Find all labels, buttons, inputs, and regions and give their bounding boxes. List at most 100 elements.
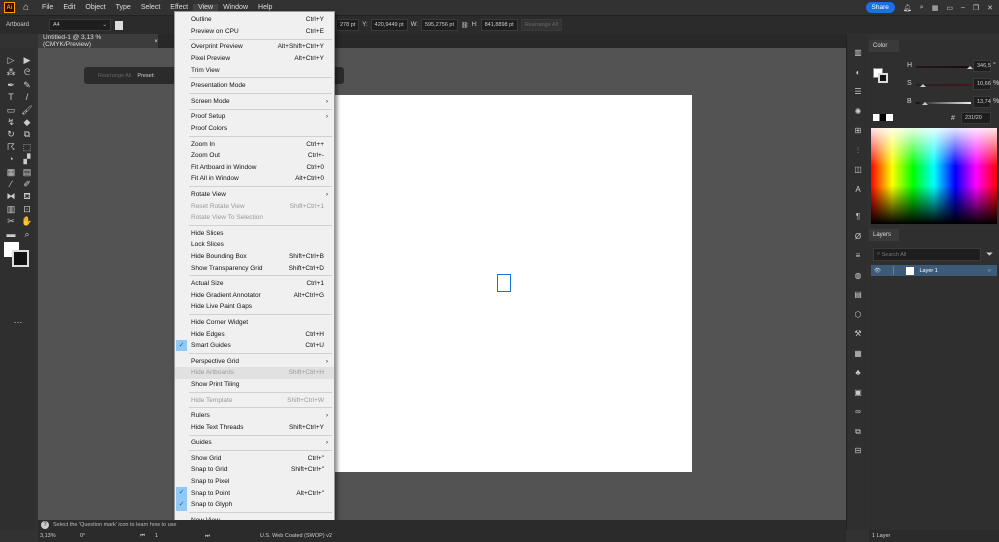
h-slider-thumb[interactable]: [966, 63, 973, 69]
next-artboard-icon[interactable]: ⏭: [205, 533, 210, 540]
menu-item-hide-slices[interactable]: Hide Slices: [175, 228, 334, 240]
filter-icon[interactable]: ⏷: [986, 249, 993, 260]
scale-tool-icon[interactable]: ⧉: [20, 128, 34, 140]
line-tool-icon[interactable]: /: [20, 91, 34, 103]
document-tab[interactable]: Untitled-1 @ 3,13 % (CMYK/Preview) ×: [38, 34, 158, 48]
menu-item-rulers[interactable]: Rulers ›: [175, 410, 334, 422]
layer-row[interactable]: 👁︎ Layer 1 ○: [871, 265, 997, 276]
menu-item-show-grid[interactable]: Show Grid Ctrl+": [175, 453, 334, 465]
preset-select[interactable]: A4 ⌄: [49, 19, 112, 31]
menu-item-snap-to-pixel[interactable]: Snap to Pixel: [175, 476, 334, 488]
stroke-icon[interactable]: ≡: [852, 250, 864, 262]
zoom-tool-icon[interactable]: ⌕: [20, 228, 34, 240]
more-tools-icon[interactable]: …: [11, 314, 25, 326]
menu-item-presentation-mode[interactable]: Presentation Mode: [175, 80, 334, 92]
hex-field[interactable]: 231f20: [961, 112, 991, 124]
menu-item-overprint-preview[interactable]: Overprint Preview Alt+Shift+Ctrl+Y: [175, 41, 334, 53]
curvature-tool-icon[interactable]: ✎: [20, 79, 34, 91]
opentype-icon[interactable]: Ø: [852, 231, 864, 243]
home-icon[interactable]: ⌂: [23, 2, 29, 13]
artboard-tool-icon[interactable]: ⊡: [20, 203, 34, 215]
hand-tool-icon[interactable]: ✋: [20, 215, 34, 227]
layers-search-input[interactable]: ⌕ Search All: [873, 248, 981, 261]
close-tab-icon[interactable]: ×: [154, 38, 158, 45]
menu-item-show-transparency-grid[interactable]: Show Transparency Grid Shift+Ctrl+D: [175, 262, 334, 274]
artboards-icon[interactable]: ⊟: [852, 445, 864, 457]
menu-type[interactable]: Type: [111, 4, 136, 11]
menu-item-proof-colors[interactable]: Proof Colors: [175, 123, 334, 135]
close-icon[interactable]: ✕: [987, 4, 993, 12]
3d-materials-icon[interactable]: ⬡: [852, 309, 864, 321]
swatches-icon[interactable]: ▦: [852, 348, 864, 360]
shaper-tool-icon[interactable]: ↯: [4, 116, 18, 128]
paragraph-icon[interactable]: ¶: [852, 211, 864, 223]
x-field[interactable]: 278 pt: [336, 19, 360, 31]
menu-item-guides[interactable]: Guides ›: [175, 437, 334, 449]
transparency-icon[interactable]: ◍: [852, 270, 864, 282]
artboard-number-field[interactable]: 1: [155, 533, 195, 539]
eyedropper-tool-icon[interactable]: ⁄: [4, 178, 18, 190]
menu-item-proof-setup[interactable]: Proof Setup ›: [175, 111, 334, 123]
menu-effect[interactable]: Effect: [165, 4, 193, 11]
menu-item-trim-view[interactable]: Trim View: [175, 64, 334, 76]
menu-item-hide-bounding-box[interactable]: Hide Bounding Box Shift+Ctrl+B: [175, 251, 334, 263]
menu-item-zoom-out[interactable]: Zoom Out Ctrl+-: [175, 150, 334, 162]
rectangle-tool-icon[interactable]: ▭: [4, 104, 18, 116]
menu-item-snap-to-point[interactable]: ✓ Snap to Point Alt+Ctrl+": [175, 487, 334, 499]
layer-name[interactable]: Layer 1: [919, 268, 937, 274]
graph-tool-icon[interactable]: ▥: [4, 203, 18, 215]
question-icon[interactable]: ?: [41, 521, 49, 529]
measure-tool-icon[interactable]: ✐: [20, 178, 34, 190]
visibility-eye-icon[interactable]: 👁︎: [874, 268, 881, 274]
menu-item-screen-mode[interactable]: Screen Mode ›: [175, 96, 334, 108]
blend-tool-icon[interactable]: ⧓: [4, 190, 18, 202]
restore-icon[interactable]: ❐: [973, 4, 979, 12]
menu-item-reset-rotate-view[interactable]: Reset Rotate View Shift+Ctrl+1: [175, 200, 334, 212]
stroke-swatch[interactable]: [878, 73, 888, 83]
canvas[interactable]: Rearrange All Preset:: [38, 48, 846, 520]
pen-tool-icon[interactable]: ✒: [4, 79, 18, 91]
menu-item-hide-edges[interactable]: Hide Edges Ctrl+H: [175, 328, 334, 340]
pathfinder-icon[interactable]: ◫: [852, 164, 864, 176]
color-spectrum[interactable]: [871, 128, 997, 224]
s-field[interactable]: 10,66: [973, 78, 991, 90]
mesh-tool-icon[interactable]: ▦: [4, 166, 18, 178]
type-tool-icon[interactable]: T: [4, 91, 18, 103]
menu-edit[interactable]: Edit: [58, 4, 80, 11]
none-swatch[interactable]: [873, 114, 893, 121]
search-icon[interactable]: ⌕: [920, 4, 924, 12]
magic-wand-tool-icon[interactable]: ⁂: [4, 66, 18, 78]
menu-item-rotate-view-to-selection[interactable]: Rotate View To Selection: [175, 212, 334, 224]
layers-tab[interactable]: Layers: [869, 229, 899, 241]
menu-select[interactable]: Select: [136, 4, 165, 11]
y-field[interactable]: 420,9449 pt: [370, 19, 408, 31]
menu-item-hide-live-paint-gaps[interactable]: Hide Live Paint Gaps: [175, 301, 334, 313]
menu-item-outline[interactable]: Outline Ctrl+Y: [175, 14, 334, 26]
warp-tool-icon[interactable]: ☈: [4, 141, 18, 153]
menu-object[interactable]: Object: [80, 4, 110, 11]
zoom-field[interactable]: 3,13%: [40, 533, 70, 539]
prev-artboard-icon[interactable]: ⏮: [140, 533, 145, 540]
menu-item-zoom-in[interactable]: Zoom In Ctrl++: [175, 138, 334, 150]
menu-item-snap-to-grid[interactable]: Snap to Grid Shift+Ctrl+": [175, 464, 334, 476]
minimize-icon[interactable]: –: [961, 4, 965, 11]
link-icon[interactable]: ⛓: [461, 22, 469, 29]
direct-selection-tool-icon[interactable]: ▶: [20, 54, 34, 66]
width-field[interactable]: 595,2756 pt: [420, 19, 458, 31]
menu-item-pixel-preview[interactable]: Pixel Preview Alt+Ctrl+Y: [175, 53, 334, 65]
menu-item-hide-text-threads[interactable]: Hide Text Threads Shift+Ctrl+Y: [175, 421, 334, 433]
menu-help[interactable]: Help: [253, 4, 277, 11]
color-tab[interactable]: Color: [869, 40, 899, 52]
menu-item-hide-artboards[interactable]: Hide Artboards Shift+Ctrl+H: [175, 367, 334, 379]
menu-view[interactable]: View: [193, 4, 219, 11]
eraser-tool-icon[interactable]: ◆: [20, 116, 34, 128]
menu-item-fit-artboard-in-window[interactable]: Fit Artboard in Window Ctrl+0: [175, 162, 334, 174]
libraries-icon[interactable]: ▥: [852, 47, 864, 59]
links-icon[interactable]: ∞: [852, 406, 864, 418]
h-slider[interactable]: [916, 66, 971, 68]
transform-icon[interactable]: ⊞: [852, 125, 864, 137]
b-slider-thumb[interactable]: [921, 99, 928, 105]
artboard[interactable]: [335, 95, 692, 472]
slice-tool-icon[interactable]: ✂: [4, 215, 18, 227]
menu-item-fit-all-in-window[interactable]: Fit All in Window Alt+Ctrl+0: [175, 173, 334, 185]
